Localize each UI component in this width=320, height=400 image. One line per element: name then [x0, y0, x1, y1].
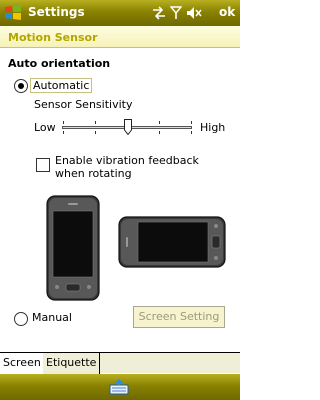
automatic-radio[interactable] — [14, 79, 28, 93]
slider-tick — [159, 131, 160, 134]
bottom-bar — [0, 374, 240, 400]
keyboard-icon[interactable] — [108, 378, 130, 396]
page-header: Motion Sensor — [0, 26, 240, 48]
ok-button[interactable]: ok — [219, 5, 235, 19]
signal-icon[interactable] — [170, 6, 182, 20]
slider-tick — [95, 121, 96, 124]
slider-tick — [159, 121, 160, 124]
slider-tick — [95, 131, 96, 134]
tab-screen[interactable]: Screen — [0, 353, 45, 374]
slider-tick — [63, 131, 64, 134]
manual-radio[interactable] — [14, 312, 28, 326]
windows-start-icon[interactable] — [4, 4, 22, 22]
slider-tick — [191, 131, 192, 134]
slider-tick — [63, 121, 64, 124]
page-title: Motion Sensor — [8, 31, 98, 44]
automatic-label[interactable]: Automatic — [30, 78, 93, 93]
status-icons — [152, 4, 202, 22]
tab-etiquette[interactable]: Etiquette — [43, 353, 101, 374]
connectivity-icon[interactable] — [152, 6, 166, 20]
high-label: High — [200, 121, 226, 134]
radio-selected-dot — [18, 83, 24, 89]
low-label: Low — [34, 121, 56, 134]
title-bar: Settings ok — [0, 0, 240, 26]
section-title-auto-orientation: Auto orientation — [8, 57, 111, 70]
slider-tick — [191, 121, 192, 124]
volume-mute-icon[interactable] — [186, 6, 202, 20]
app-title: Settings — [28, 5, 85, 19]
tab-bar: Screen Etiquette — [0, 352, 240, 374]
portrait-phone-image — [46, 195, 100, 301]
vibration-feedback-label[interactable]: Enable vibration feedback when rotating — [55, 154, 230, 180]
landscape-phone-image — [118, 216, 226, 268]
screen-setting-button: Screen Setting — [133, 306, 225, 328]
sensor-sensitivity-label: Sensor Sensitivity — [34, 98, 133, 111]
manual-label[interactable]: Manual — [32, 311, 72, 324]
vibration-feedback-checkbox[interactable] — [36, 158, 50, 172]
sensitivity-slider-thumb[interactable] — [124, 119, 132, 135]
